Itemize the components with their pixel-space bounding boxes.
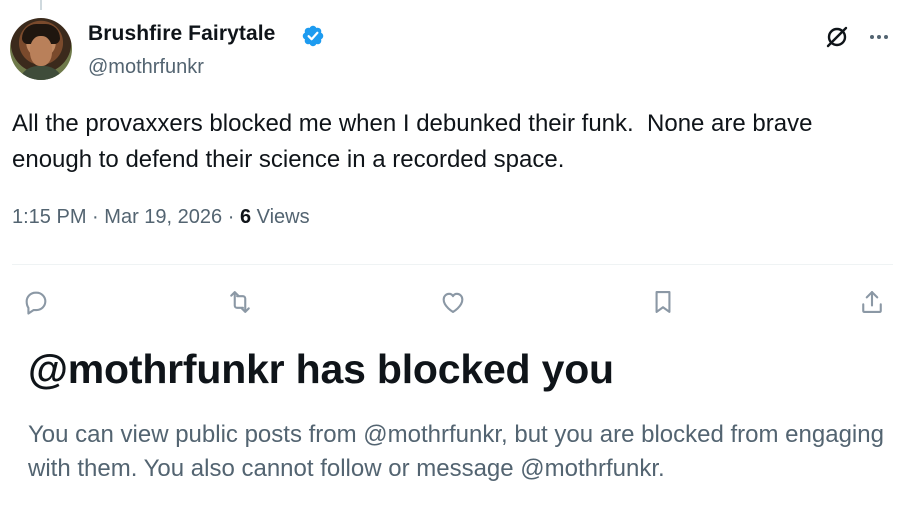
meta-separator: · <box>227 206 235 228</box>
views-count: 6 <box>239 206 252 228</box>
tweet-date[interactable]: Mar 19, 2026 <box>104 206 222 228</box>
avatar[interactable] <box>10 18 72 80</box>
heart-icon <box>442 292 464 313</box>
bookmark-icon <box>655 291 671 313</box>
like-button[interactable] <box>437 286 469 318</box>
avatar-shirt <box>18 66 64 80</box>
divider <box>12 264 893 265</box>
blocked-notice-body: You can view public posts from @mothrfun… <box>28 421 884 482</box>
repost-icon <box>230 291 250 313</box>
author-handle[interactable]: @mothrfunkr <box>88 56 204 79</box>
repost-button[interactable] <box>224 286 256 318</box>
tweet-meta: 1:15 PM · Mar 19, 2026 · 6 Views <box>12 206 310 229</box>
author-name[interactable]: Brushfire Fairytale <box>88 22 275 46</box>
avatar-face <box>30 36 52 66</box>
verified-badge-icon <box>302 25 324 47</box>
reply-icon <box>25 291 47 315</box>
tweet-time[interactable]: 1:15 PM <box>12 206 86 228</box>
grok-icon[interactable] <box>824 24 850 50</box>
bookmark-button[interactable] <box>647 286 679 318</box>
more-options-icon[interactable] <box>866 24 892 50</box>
meta-separator: · <box>92 206 99 228</box>
reply-button[interactable] <box>20 286 52 318</box>
thread-connector-line <box>40 0 42 10</box>
blocked-notice-title: @mothrfunkr has blocked you <box>28 346 614 392</box>
views-label: Views <box>256 206 310 228</box>
share-button[interactable] <box>856 286 888 318</box>
share-icon <box>862 291 882 313</box>
tweet-text: All the provaxxers blocked me when I deb… <box>12 110 820 173</box>
